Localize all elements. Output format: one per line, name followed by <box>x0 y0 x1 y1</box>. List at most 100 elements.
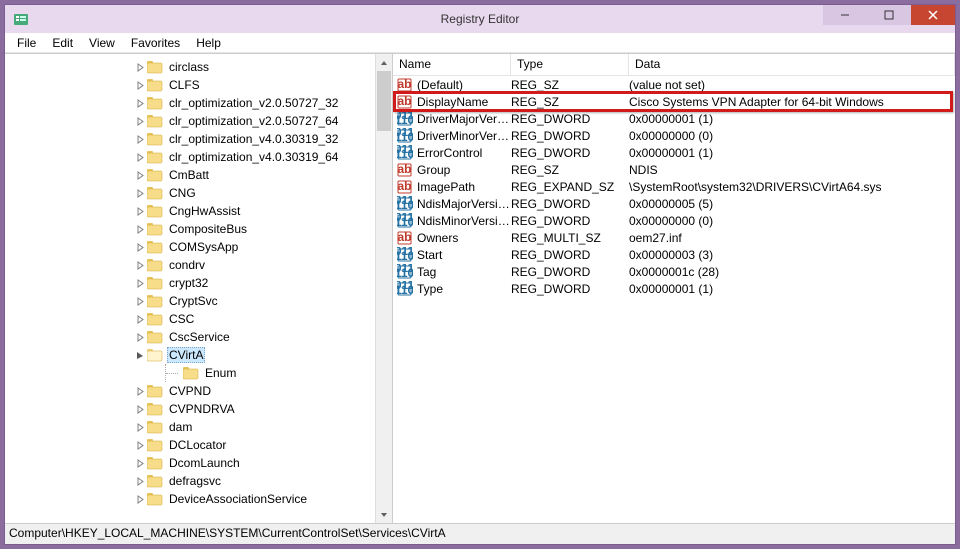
expander-icon[interactable] <box>133 222 147 236</box>
tree-scrollbar[interactable] <box>375 54 392 523</box>
expander-icon[interactable] <box>133 420 147 434</box>
tree-item[interactable]: clr_optimization_v4.0.30319_64 <box>5 148 340 166</box>
list-row[interactable]: 011110 NdisMajorVersion REG_DWORD 0x0000… <box>393 195 955 212</box>
tree-item[interactable]: CVirtA <box>5 346 340 364</box>
column-name[interactable]: Name <box>393 54 511 75</box>
expander-icon[interactable] <box>133 114 147 128</box>
tree-item[interactable]: DcomLaunch <box>5 454 340 472</box>
value-name: Type <box>417 282 511 296</box>
expander-icon[interactable] <box>133 474 147 488</box>
scroll-down-icon[interactable] <box>376 506 392 523</box>
value-name: Group <box>417 163 511 177</box>
tree-item[interactable]: CompositeBus <box>5 220 340 238</box>
tree-item[interactable]: CryptSvc <box>5 292 340 310</box>
expander-icon[interactable] <box>133 258 147 272</box>
values-list[interactable]: Name Type Data ab (Default) REG_SZ (valu… <box>393 54 955 523</box>
tree-item[interactable]: CVPND <box>5 382 340 400</box>
tree-item[interactable]: condrv <box>5 256 340 274</box>
expander-icon[interactable] <box>133 60 147 74</box>
list-row[interactable]: 011110 Type REG_DWORD 0x00000001 (1) <box>393 280 955 297</box>
list-row[interactable]: ab (Default) REG_SZ (value not set) <box>393 76 955 93</box>
expander-icon[interactable] <box>151 366 165 380</box>
list-row[interactable]: 011110 Start REG_DWORD 0x00000003 (3) <box>393 246 955 263</box>
tree-item[interactable]: COMSysApp <box>5 238 340 256</box>
folder-icon <box>147 168 163 182</box>
expander-icon[interactable] <box>133 240 147 254</box>
expander-icon[interactable] <box>133 348 147 362</box>
titlebar[interactable]: Registry Editor <box>5 5 955 33</box>
string-value-icon: ab <box>397 77 413 93</box>
value-type: REG_SZ <box>511 95 629 109</box>
minimize-button[interactable] <box>823 5 867 25</box>
menu-view[interactable]: View <box>81 34 123 52</box>
tree-panel[interactable]: circlass CLFS clr_optimization_v2.0.5072… <box>5 54 393 523</box>
tree-item[interactable]: Enum <box>5 364 340 382</box>
expander-icon[interactable] <box>133 150 147 164</box>
expander-icon[interactable] <box>133 330 147 344</box>
tree-item[interactable]: CVPNDRVA <box>5 400 340 418</box>
list-row[interactable]: 011110 ErrorControl REG_DWORD 0x00000001… <box>393 144 955 161</box>
column-data[interactable]: Data <box>629 54 955 75</box>
tree-item[interactable]: DeviceAssociationService <box>5 490 340 508</box>
folder-icon <box>147 276 163 290</box>
binary-value-icon: 011110 <box>397 111 413 127</box>
value-name: Owners <box>417 231 511 245</box>
list-row[interactable]: ab DisplayName REG_SZ Cisco Systems VPN … <box>393 93 955 110</box>
expander-icon[interactable] <box>133 438 147 452</box>
tree-item[interactable]: CngHwAssist <box>5 202 340 220</box>
close-button[interactable] <box>911 5 955 25</box>
tree-item[interactable]: crypt32 <box>5 274 340 292</box>
menu-favorites[interactable]: Favorites <box>123 34 188 52</box>
expander-icon[interactable] <box>133 204 147 218</box>
list-row[interactable]: ab Owners REG_MULTI_SZ oem27.inf <box>393 229 955 246</box>
expander-icon[interactable] <box>133 402 147 416</box>
expander-icon[interactable] <box>133 276 147 290</box>
expander-icon[interactable] <box>133 96 147 110</box>
list-row[interactable]: 011110 DriverMajorVersi... REG_DWORD 0x0… <box>393 110 955 127</box>
menu-file[interactable]: File <box>9 34 44 52</box>
scroll-up-icon[interactable] <box>376 54 392 71</box>
value-type: REG_MULTI_SZ <box>511 231 629 245</box>
column-type[interactable]: Type <box>511 54 629 75</box>
menu-edit[interactable]: Edit <box>44 34 81 52</box>
tree-item[interactable]: clr_optimization_v2.0.50727_32 <box>5 94 340 112</box>
expander-icon[interactable] <box>133 186 147 200</box>
tree-item[interactable]: CmBatt <box>5 166 340 184</box>
expander-icon[interactable] <box>133 492 147 506</box>
tree-item[interactable]: clr_optimization_v2.0.50727_64 <box>5 112 340 130</box>
value-type: REG_DWORD <box>511 214 629 228</box>
svg-text:ab: ab <box>397 162 411 176</box>
tree-item[interactable]: CLFS <box>5 76 340 94</box>
value-type: REG_DWORD <box>511 197 629 211</box>
tree-item-label: DCLocator <box>167 438 228 452</box>
expander-icon[interactable] <box>133 312 147 326</box>
tree-item[interactable]: CSC <box>5 310 340 328</box>
folder-icon <box>147 114 163 128</box>
expander-icon[interactable] <box>133 456 147 470</box>
list-row[interactable]: 011110 Tag REG_DWORD 0x0000001c (28) <box>393 263 955 280</box>
tree-item[interactable]: circlass <box>5 58 340 76</box>
list-row[interactable]: 011110 DriverMinorVers... REG_DWORD 0x00… <box>393 127 955 144</box>
folder-icon <box>147 474 163 488</box>
value-data: 0x00000003 (3) <box>629 248 955 262</box>
tree-item[interactable]: CscService <box>5 328 340 346</box>
tree-item[interactable]: clr_optimization_v4.0.30319_32 <box>5 130 340 148</box>
expander-icon[interactable] <box>133 168 147 182</box>
expander-icon[interactable] <box>133 132 147 146</box>
list-row[interactable]: ab ImagePath REG_EXPAND_SZ \SystemRoot\s… <box>393 178 955 195</box>
folder-icon <box>183 366 199 380</box>
binary-value-icon: 011110 <box>397 281 413 297</box>
expander-icon[interactable] <box>133 78 147 92</box>
tree-item[interactable]: defragsvc <box>5 472 340 490</box>
tree-item[interactable]: CNG <box>5 184 340 202</box>
expander-icon[interactable] <box>133 384 147 398</box>
list-row[interactable]: ab Group REG_SZ NDIS <box>393 161 955 178</box>
maximize-button[interactable] <box>867 5 911 25</box>
tree-item[interactable]: DCLocator <box>5 436 340 454</box>
menu-help[interactable]: Help <box>188 34 229 52</box>
folder-icon <box>147 294 163 308</box>
tree-item[interactable]: dam <box>5 418 340 436</box>
list-row[interactable]: 011110 NdisMinorVersion REG_DWORD 0x0000… <box>393 212 955 229</box>
expander-icon[interactable] <box>133 294 147 308</box>
scroll-thumb[interactable] <box>377 71 391 131</box>
